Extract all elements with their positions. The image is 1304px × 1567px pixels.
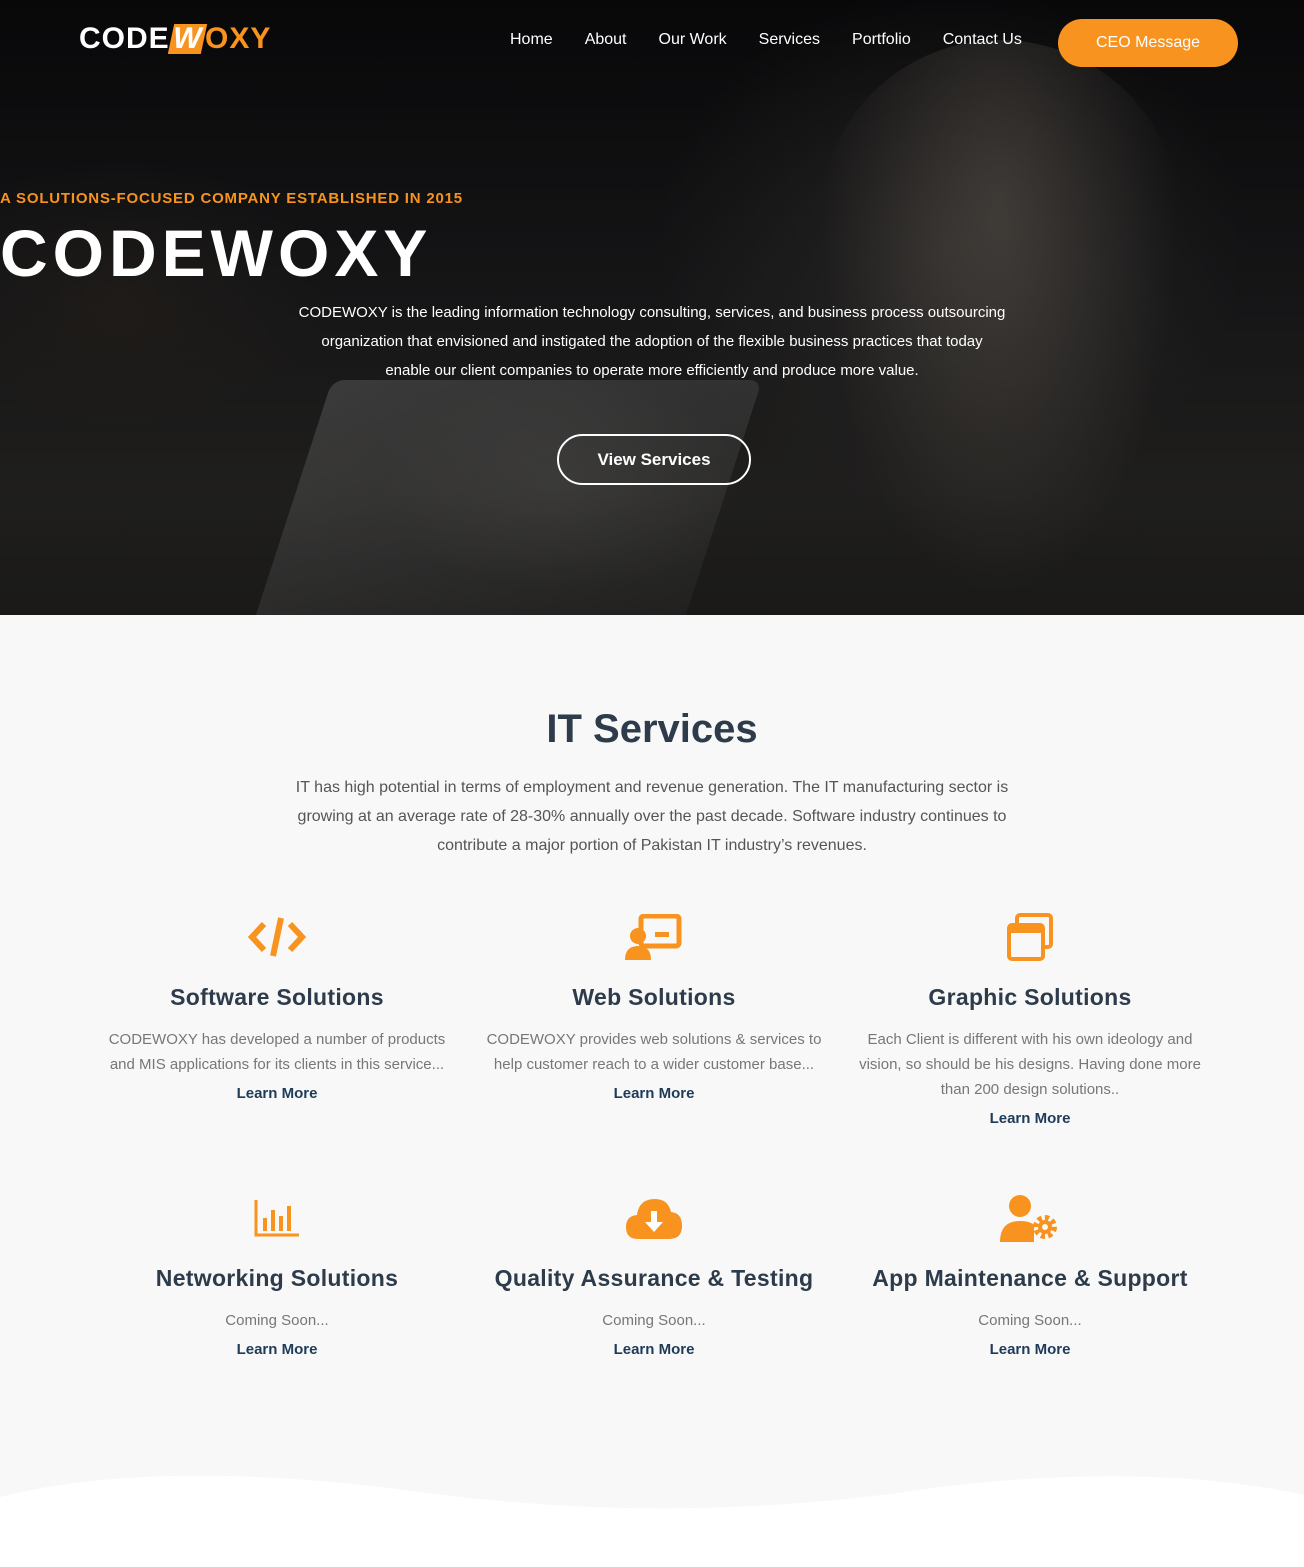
service-card-title: Quality Assurance & Testing xyxy=(494,1265,814,1291)
service-card-networking: Networking Solutions Coming Soon... Lear… xyxy=(89,1193,465,1358)
section-description: IT has high potential in terms of employ… xyxy=(295,779,1009,854)
service-card-title: Graphic Solutions xyxy=(928,984,1132,1010)
bar-chart-icon xyxy=(89,1193,465,1243)
service-card-graphic: Graphic Solutions Each Client is differe… xyxy=(842,912,1218,1127)
learn-more-link[interactable]: Learn More xyxy=(842,1110,1218,1127)
user-gear-icon xyxy=(842,1193,1218,1243)
logo[interactable]: CODE W OXY xyxy=(79,22,272,55)
nav-item-our-work[interactable]: Our Work xyxy=(659,31,727,49)
service-card-text: Coming Soon... xyxy=(602,1312,706,1329)
learn-more-link[interactable]: Learn More xyxy=(466,1085,842,1102)
service-card-text: CODEWOXY provides web solutions & servic… xyxy=(486,1031,822,1073)
it-services-section: IT Services IT has high potential in ter… xyxy=(0,615,1304,1567)
service-card-text: Coming Soon... xyxy=(225,1312,329,1329)
view-services-button[interactable]: View Services xyxy=(557,434,751,485)
hero-description: CODEWOXY is the leading information tech… xyxy=(298,304,1006,379)
presentation-user-icon xyxy=(466,912,842,962)
cloud-download-icon xyxy=(466,1193,842,1243)
learn-more-link[interactable]: Learn More xyxy=(842,1341,1218,1358)
section-divider-wave xyxy=(0,1475,1304,1567)
section-title: IT Services xyxy=(546,707,758,751)
hero-title: CODEWOXY xyxy=(0,216,433,290)
service-card-qa: Quality Assurance & Testing Coming Soon.… xyxy=(466,1193,842,1358)
logo-text-part1: CODE xyxy=(79,22,170,55)
learn-more-link[interactable]: Learn More xyxy=(466,1341,842,1358)
service-card-text: Each Client is different with his own id… xyxy=(859,1031,1201,1098)
service-card-software: Software Solutions CODEWOXY has develope… xyxy=(89,912,465,1102)
learn-more-link[interactable]: Learn More xyxy=(89,1085,465,1102)
service-card-app-maintenance: App Maintenance & Support Coming Soon...… xyxy=(842,1193,1218,1358)
nav-item-portfolio[interactable]: Portfolio xyxy=(852,31,911,49)
ceo-message-button[interactable]: CEO Message xyxy=(1058,19,1238,67)
windows-stack-icon xyxy=(842,912,1218,962)
service-card-text: CODEWOXY has developed a number of produ… xyxy=(108,1031,446,1073)
hero-photo-laptop xyxy=(247,380,763,615)
service-card-text: Coming Soon... xyxy=(978,1312,1082,1329)
nav-item-contact-us[interactable]: Contact Us xyxy=(943,31,1022,49)
nav-item-about[interactable]: About xyxy=(585,31,627,49)
learn-more-link[interactable]: Learn More xyxy=(89,1341,465,1358)
logo-text-part2: W xyxy=(167,22,208,55)
logo-text-part3: OXY xyxy=(205,22,272,55)
hero-tagline: A SOLUTIONS-FOCUSED COMPANY ESTABLISHED … xyxy=(0,190,463,207)
service-card-title: Software Solutions xyxy=(170,984,384,1010)
service-card-title: Networking Solutions xyxy=(155,1265,399,1291)
hero-section: CODE W OXY Home About Our Work Services … xyxy=(0,0,1304,615)
code-icon xyxy=(89,912,465,962)
service-card-title: Web Solutions xyxy=(572,984,736,1010)
nav-item-home[interactable]: Home xyxy=(510,31,553,49)
main-nav: Home About Our Work Services Portfolio C… xyxy=(494,31,1038,49)
service-card-web: Web Solutions CODEWOXY provides web solu… xyxy=(466,912,842,1102)
nav-item-services[interactable]: Services xyxy=(759,31,820,49)
service-card-title: App Maintenance & Support xyxy=(872,1265,1188,1291)
